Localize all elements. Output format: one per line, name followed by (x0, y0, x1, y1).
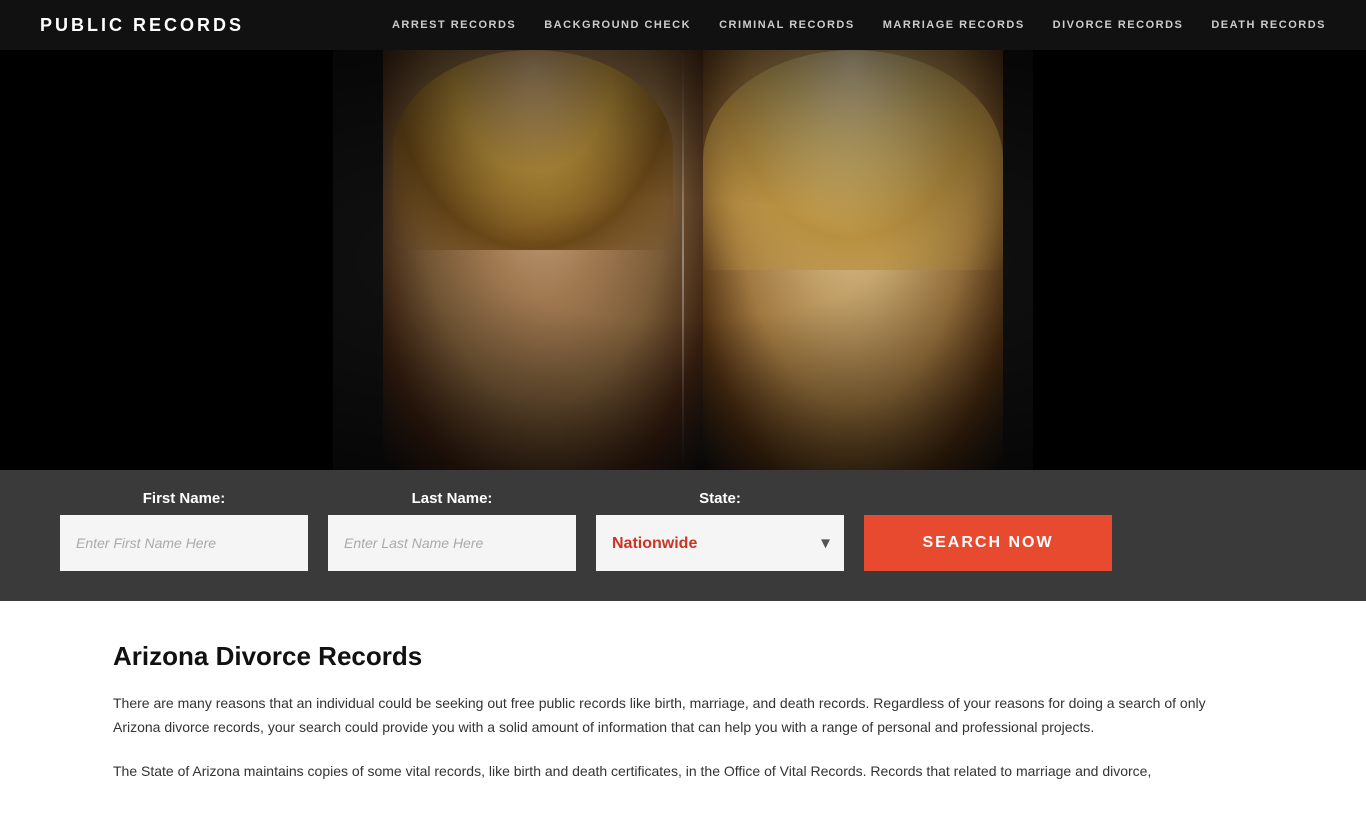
last-name-input[interactable] (328, 515, 576, 571)
content-section: Arizona Divorce Records There are many r… (0, 601, 1366, 833)
nav-divorce-records[interactable]: DIVORCE RECORDS (1053, 19, 1184, 31)
hero-section (0, 50, 1366, 470)
hero-image (0, 50, 1366, 470)
first-name-input[interactable] (60, 515, 308, 571)
state-select-wrapper: Nationwide Alabama Alaska Arizona Arkans… (596, 515, 844, 571)
last-name-field-group: Last Name: (328, 490, 576, 571)
content-paragraph-1: There are many reasons that an individua… (113, 692, 1253, 740)
nav-arrest-records[interactable]: ARREST RECORDS (392, 19, 516, 31)
site-header: PUBLIC RECORDS ARREST RECORDS BACKGROUND… (0, 0, 1366, 50)
nav-marriage-records[interactable]: MARRIAGE RECORDS (883, 19, 1025, 31)
state-select[interactable]: Nationwide Alabama Alaska Arizona Arkans… (596, 515, 844, 571)
state-field-group: State: Nationwide Alabama Alaska Arizona… (596, 490, 844, 571)
page-title: Arizona Divorce Records (113, 641, 1253, 672)
nav-criminal-records[interactable]: CRIMINAL RECORDS (719, 19, 855, 31)
first-name-field-group: First Name: (60, 490, 308, 571)
search-now-button[interactable]: SEARCH NOW (864, 515, 1112, 571)
state-label: State: (596, 490, 844, 507)
first-name-label: First Name: (60, 490, 308, 507)
main-nav: ARREST RECORDS BACKGROUND CHECK CRIMINAL… (392, 19, 1326, 31)
content-paragraph-2: The State of Arizona maintains copies of… (113, 760, 1253, 784)
nav-background-check[interactable]: BACKGROUND CHECK (544, 19, 691, 31)
last-name-label: Last Name: (328, 490, 576, 507)
hero-overlay (0, 50, 1366, 470)
site-logo[interactable]: PUBLIC RECORDS (40, 15, 244, 36)
search-section: First Name: Last Name: State: Nationwide… (0, 470, 1366, 601)
nav-death-records[interactable]: DEATH RECORDS (1211, 19, 1326, 31)
